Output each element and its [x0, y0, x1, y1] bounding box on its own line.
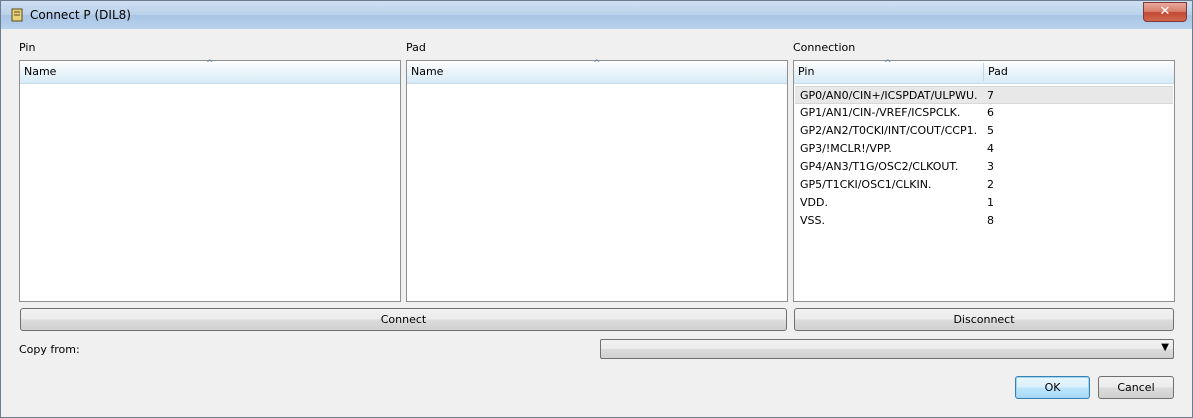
connection-pin-cell: VSS. — [800, 214, 825, 227]
connect-button[interactable]: Connect — [20, 308, 787, 331]
connection-row[interactable]: GP5/T1CKI/OSC1/CLKIN. 2 — [795, 176, 1173, 194]
pad-list[interactable]: Name ^ — [406, 59, 788, 302]
connection-pin-cell: GP4/AN3/T1G/OSC2/CLKOUT. — [800, 160, 959, 173]
connection-pin-cell: GP2/AN2/T0CKI/INT/COUT/CCP1. — [800, 124, 978, 137]
pad-panel-label: Pad — [406, 41, 426, 54]
pin-list[interactable]: Name ^ — [19, 59, 401, 302]
connection-pad-cell: 6 — [987, 106, 994, 119]
connection-pin-cell: GP5/T1CKI/OSC1/CLKIN. — [800, 178, 932, 191]
chevron-down-icon: ▼ — [1161, 342, 1169, 353]
title-bar: Connect P (DIL8) ✕ — [1, 1, 1192, 29]
connection-row[interactable]: VDD. 1 — [795, 194, 1173, 212]
connection-pad-cell: 3 — [987, 160, 994, 173]
window-title: Connect P (DIL8) — [30, 8, 131, 22]
connection-pin-cell: GP3/!MCLR!/VPP. — [800, 142, 892, 155]
connection-panel-label: Connection — [793, 41, 856, 54]
connection-pad-cell: 8 — [987, 214, 994, 227]
connection-pad-header-label: Pad — [988, 65, 1008, 78]
sort-ascending-icon: ^ — [206, 59, 214, 69]
connection-pad-cell: 4 — [987, 142, 994, 155]
connection-pin-cell: GP1/AN1/CIN-/VREF/ICSPCLK. — [800, 106, 961, 119]
pin-name-header-label: Name — [24, 65, 57, 78]
connection-row[interactable]: GP4/AN3/T1G/OSC2/CLKOUT. 3 — [795, 158, 1173, 176]
ok-button[interactable]: OK — [1015, 376, 1090, 399]
connection-pad-cell: 7 — [987, 89, 994, 102]
connection-pad-cell: 5 — [987, 124, 994, 137]
connection-pad-column-header[interactable]: Pad — [984, 61, 1174, 83]
pad-name-header-label: Name — [411, 65, 444, 78]
connection-row[interactable]: VSS. 8 — [795, 212, 1173, 230]
close-button[interactable]: ✕ — [1143, 2, 1187, 22]
close-icon: ✕ — [1159, 4, 1171, 19]
connection-row[interactable]: GP1/AN1/CIN-/VREF/ICSPCLK. 6 — [795, 104, 1173, 122]
connection-list-header: Pin ^ Pad — [794, 59, 1174, 84]
connection-row[interactable]: GP0/AN0/CIN+/ICSPDAT/ULPWU. 7 — [795, 86, 1173, 104]
connection-row[interactable]: GP2/AN2/T0CKI/INT/COUT/CCP1. 5 — [795, 122, 1173, 140]
connection-pin-header-label: Pin — [798, 65, 815, 78]
connect-dialog: Connect P (DIL8) ✕ Pin Name ^ Pad Name ^… — [0, 0, 1193, 418]
connection-pad-cell: 2 — [987, 178, 994, 191]
copy-from-label: Copy from: — [19, 343, 80, 356]
book-icon — [10, 8, 24, 22]
copy-from-select[interactable]: ▼ — [600, 339, 1174, 359]
connection-pin-cell: VDD. — [800, 196, 828, 209]
connection-row[interactable]: GP3/!MCLR!/VPP. 4 — [795, 140, 1173, 158]
pad-list-header: Name ^ — [407, 59, 787, 84]
connection-pin-cell: GP0/AN0/CIN+/ICSPDAT/ULPWU. — [800, 89, 978, 102]
pin-panel-label: Pin — [19, 41, 36, 54]
connection-pad-cell: 1 — [987, 196, 994, 209]
cancel-button[interactable]: Cancel — [1098, 376, 1174, 399]
sort-ascending-icon: ^ — [593, 59, 601, 69]
pin-list-header: Name ^ — [20, 59, 400, 84]
disconnect-button[interactable]: Disconnect — [794, 308, 1174, 331]
connection-list[interactable]: Pin ^ Pad GP0/AN0/CIN+/ICSPDAT/ULPWU. 7 … — [793, 59, 1175, 302]
sort-ascending-icon: ^ — [884, 59, 892, 69]
